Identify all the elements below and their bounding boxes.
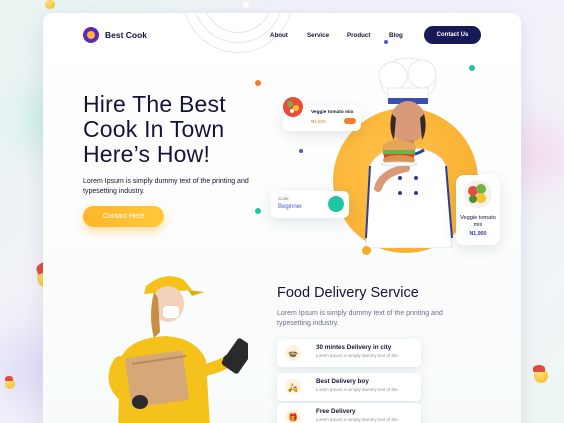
nav-link-blog[interactable]: Blog: [389, 32, 403, 39]
feature-title: 30 mintes Delivery in city: [316, 344, 392, 351]
clock-icon: 🍲: [285, 345, 301, 361]
feature-card[interactable]: 🛵 Best Delivery boy Lorem Ipsum is simpl…: [277, 373, 421, 401]
chef-avatar-icon: [328, 196, 344, 212]
decor-dot: [299, 149, 303, 153]
delivery-person-illustration: [108, 276, 248, 423]
feature-card[interactable]: 🍲 30 mintes Delivery in city Lorem Ipsum…: [277, 339, 421, 367]
dish-bowl-icon: [283, 97, 303, 117]
hero-subtitle: Lorem Ipsum is simply dummy text of the …: [83, 178, 249, 195]
nav-link-about[interactable]: About: [270, 32, 288, 39]
section-subtitle: Lorem Ipsum is simply dummy text of the …: [277, 310, 443, 327]
dish-add-button[interactable]: [344, 118, 356, 124]
cook-level: Beginner: [278, 204, 303, 210]
dish-name: Veggie tomato mix: [311, 110, 354, 115]
salad-icon: [464, 180, 492, 208]
section-title: Food Delivery Service: [277, 285, 419, 301]
landing-page-card: Best Cook About Service Product Blog Con…: [43, 13, 521, 423]
veg-price: N1,900: [469, 231, 487, 237]
hero-title-line: Cook In Town: [83, 116, 225, 142]
decor-dot: [362, 246, 371, 255]
hero-title: Hire The Best Cook In Town Here’s How!: [83, 92, 283, 167]
veg-name: Veggie tomato mix: [460, 215, 496, 228]
brand-name[interactable]: Best Cook: [105, 30, 147, 40]
nav-link-service[interactable]: Service: [307, 32, 329, 39]
feature-card[interactable]: 🎁 Free Delivery Lorem Ipsum is simply du…: [277, 403, 421, 423]
sandwich-icon: [380, 140, 418, 166]
feature-desc: Lorem Ipsum is simply dummy text of the: [316, 387, 398, 392]
decor-dot: [255, 80, 261, 86]
feature-title: Best Delivery boy: [316, 378, 369, 385]
feature-title: Free Delivery: [316, 408, 356, 415]
decor-dot: [255, 208, 261, 214]
cook-level-card[interactable]: Cook Beginner: [271, 191, 349, 218]
emoji-chef-icon: [4, 376, 16, 389]
feature-desc: Lorem Ipsum is simply dummy text of the: [316, 353, 398, 358]
delivery-boy-icon: 🛵: [285, 379, 301, 395]
nav-link-product[interactable]: Product: [347, 32, 370, 39]
hero-title-line: Here’s How!: [83, 141, 211, 167]
decor-dot: [243, 2, 249, 8]
hero-title-line: Hire The Best: [83, 91, 226, 117]
logo-icon[interactable]: [83, 27, 99, 43]
emoji-chef-icon: [532, 365, 550, 383]
dish-price: ₦1,800: [311, 119, 326, 124]
emoji-chef-icon: [44, 0, 56, 10]
active-nav-dot: [384, 40, 388, 44]
cook-label: Cook: [278, 196, 289, 201]
contact-us-button[interactable]: Contact Us: [424, 26, 481, 44]
decor-dot: [469, 65, 475, 71]
contact-here-button[interactable]: Contact Here: [83, 206, 164, 227]
gift-icon: 🎁: [285, 409, 301, 423]
feature-desc: Lorem Ipsum is simply dummy text of the: [316, 417, 398, 422]
